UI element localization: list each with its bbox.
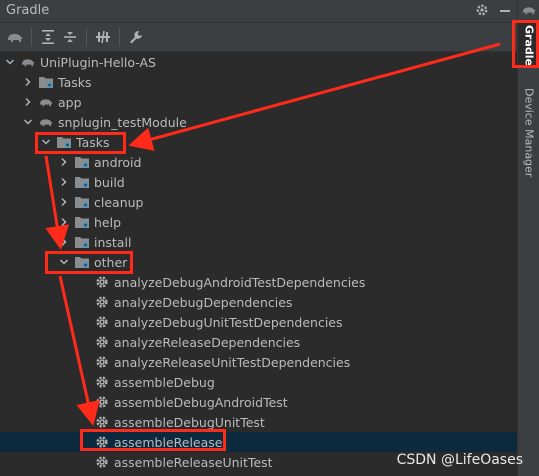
watermark: CSDN @LifeOases: [396, 452, 523, 468]
arrow-to-assemble-release: [58, 275, 100, 426]
arrow-to-other: [44, 155, 70, 250]
arrow-to-tasks: [128, 42, 501, 151]
annotation-arrows: [44, 42, 501, 426]
